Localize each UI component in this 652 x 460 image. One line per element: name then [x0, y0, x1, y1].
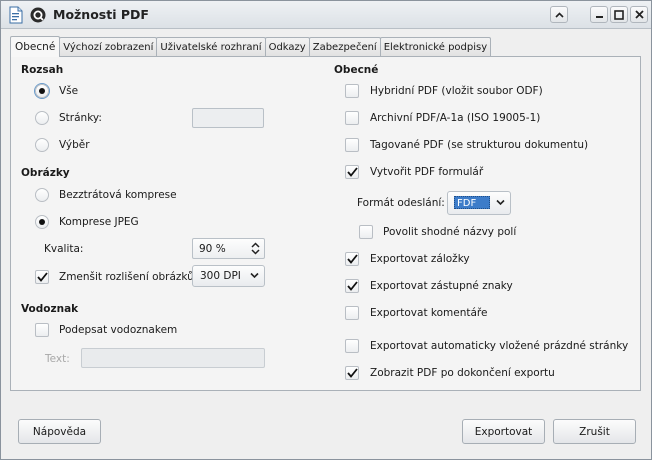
chevron-down-icon	[250, 272, 259, 279]
export-placeholders-label[interactable]: Exportovat zástupné znaky	[370, 280, 513, 292]
help-button[interactable]: Nápověda	[18, 419, 101, 444]
dpi-value: 300 DPI	[200, 270, 241, 282]
hybrid-pdf-label[interactable]: Hybridní PDF (vložit soubor ODF)	[370, 85, 543, 97]
minimize-button[interactable]	[590, 6, 608, 23]
range-selection-label[interactable]: Výběr	[59, 139, 90, 151]
quality-value: 90 %	[199, 243, 226, 255]
export-blank-pages-label[interactable]: Exportovat automaticky vložené prázdné s…	[370, 340, 628, 352]
sign-watermark-label[interactable]: Podepsat vodoznakem	[59, 324, 177, 336]
range-pages-label[interactable]: Stránky:	[59, 112, 102, 124]
show-pdf-after-export-label[interactable]: Zobrazit PDF po dokončení exportu	[370, 367, 555, 379]
range-section-title: Rozsah	[21, 64, 64, 76]
reduce-resolution-label[interactable]: Zmenšit rozlišení obrázků	[59, 271, 194, 283]
chevron-down-icon	[496, 199, 505, 206]
export-blank-pages-checkbox[interactable]	[345, 339, 359, 353]
checkmark-icon	[346, 254, 358, 264]
close-button[interactable]	[630, 6, 648, 23]
pdf-options-dialog: Možnosti PDF Obecné Výchozí zobrazení Už…	[0, 0, 652, 460]
jpeg-compression-radio[interactable]	[35, 215, 49, 229]
checkmark-icon	[36, 272, 48, 282]
tab-user-interface[interactable]: Uživatelské rozhraní	[156, 37, 266, 56]
maximize-button[interactable]	[610, 6, 628, 23]
tagged-pdf-label[interactable]: Tagované PDF (se strukturou dokumentu)	[370, 139, 588, 151]
submit-format-select[interactable]: FDF	[447, 191, 511, 215]
close-icon	[634, 10, 644, 19]
export-bookmarks-checkbox[interactable]	[345, 252, 359, 266]
tab-links[interactable]: Odkazy	[264, 37, 310, 56]
create-form-checkbox[interactable]	[345, 165, 359, 179]
lossless-compression-radio[interactable]	[35, 188, 49, 202]
watermark-section-title: Vodoznak	[21, 303, 79, 315]
range-pages-radio[interactable]	[35, 111, 49, 125]
lossless-compression-label[interactable]: Bezztrátová komprese	[59, 189, 177, 201]
show-pdf-after-export-checkbox[interactable]	[345, 366, 359, 380]
checkmark-icon	[346, 368, 358, 378]
spin-arrows-icon[interactable]	[251, 242, 260, 255]
maximize-icon	[614, 9, 624, 20]
tagged-pdf-checkbox[interactable]	[345, 138, 359, 152]
export-comments-label[interactable]: Exportovat komentáře	[370, 307, 487, 319]
pages-input[interactable]	[192, 108, 264, 128]
export-button[interactable]: Exportovat	[462, 419, 545, 444]
export-comments-checkbox[interactable]	[345, 306, 359, 320]
submit-format-value: FDF	[454, 196, 490, 209]
reduce-resolution-checkbox[interactable]	[35, 270, 49, 284]
jpeg-compression-label[interactable]: Komprese JPEG	[59, 216, 139, 228]
range-all-label[interactable]: Vše	[59, 85, 78, 97]
hybrid-pdf-checkbox[interactable]	[345, 84, 359, 98]
tab-security[interactable]: Zabezpečení	[308, 37, 381, 56]
images-section-title: Obrázky	[21, 167, 70, 179]
allow-duplicate-names-label[interactable]: Povolit shodné názvy polí	[383, 226, 516, 238]
quality-label: Kvalita:	[44, 243, 84, 255]
checkmark-icon	[346, 167, 358, 177]
archive-pdfa-checkbox[interactable]	[345, 111, 359, 125]
allow-duplicate-names-checkbox[interactable]	[359, 225, 373, 239]
watermark-text-label: Text:	[45, 353, 70, 365]
sign-watermark-checkbox[interactable]	[35, 323, 49, 337]
window-title: Možnosti PDF	[53, 7, 149, 22]
window-menu-icon[interactable]	[29, 6, 47, 24]
submit-format-label: Formát odeslání:	[357, 197, 445, 209]
tab-bar: Obecné Výchozí zobrazení Uživatelské roz…	[10, 36, 492, 57]
title-bar[interactable]: Možnosti PDF	[1, 1, 651, 29]
tab-digital-signatures[interactable]: Elektronické podpisy	[379, 37, 492, 56]
cancel-button[interactable]: Zrušit	[553, 419, 636, 444]
range-selection-radio[interactable]	[35, 138, 49, 152]
export-bookmarks-label[interactable]: Exportovat záložky	[370, 253, 470, 265]
quality-spinbox[interactable]: 90 %	[192, 238, 265, 259]
checkmark-icon	[346, 281, 358, 291]
export-placeholders-checkbox[interactable]	[345, 279, 359, 293]
tab-general[interactable]: Obecné	[10, 36, 61, 57]
shade-button[interactable]	[550, 6, 568, 23]
chevron-up-icon	[554, 11, 564, 18]
watermark-text-input	[81, 348, 265, 368]
general-section-title: Obecné	[334, 64, 379, 76]
document-app-icon[interactable]	[7, 6, 25, 24]
general-tab-panel: Rozsah Vše Stránky: Výběr Obrázky Bezztr…	[10, 56, 641, 391]
archive-pdfa-label[interactable]: Archivní PDF/A-1a (ISO 19005-1)	[370, 112, 540, 124]
create-form-label[interactable]: Vytvořit PDF formulář	[370, 166, 483, 178]
tab-initial-view[interactable]: Výchozí zobrazení	[59, 37, 158, 56]
dpi-select[interactable]: 300 DPI	[192, 265, 265, 287]
range-all-radio[interactable]	[35, 84, 49, 98]
minimize-icon	[595, 16, 603, 18]
